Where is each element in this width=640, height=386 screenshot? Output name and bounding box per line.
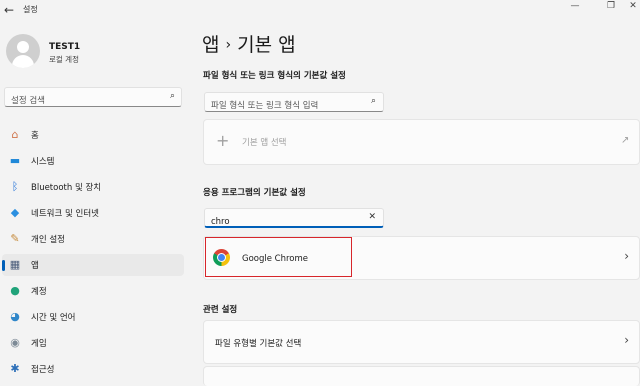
- sidebar-item-8[interactable]: ◉ 게임: [2, 332, 184, 354]
- sidebar-item-2[interactable]: ᛒ Bluetooth 및 장치: [2, 176, 184, 198]
- person-icon: ●: [10, 284, 20, 297]
- apps-search-box[interactable]: ✕: [204, 208, 384, 231]
- choose-default-label: 기본 앱 선택: [242, 138, 287, 148]
- avatar-head-shape: [17, 41, 29, 53]
- gamepad-icon: ◉: [10, 336, 20, 349]
- file-type-section-title: 파일 형식 또는 링크 형식의 기본값 설정: [203, 71, 346, 81]
- default-by-file-type-row[interactable]: 파일 유형별 기본값 선택 ›: [203, 320, 640, 364]
- sidebar-item-label: 앱: [31, 261, 39, 271]
- choose-default-app-card: + 기본 앱 선택 ↗: [203, 119, 640, 165]
- app-name: Google Chrome: [242, 254, 309, 264]
- wifi-icon: ◆: [10, 206, 20, 219]
- sidebar-item-label: 시스템: [31, 157, 55, 167]
- sidebar-item-9[interactable]: ✱ 접근성: [2, 358, 184, 380]
- apps-search-input[interactable]: [205, 213, 361, 231]
- sidebar-item-label: 계정: [31, 287, 47, 297]
- clear-icon[interactable]: ✕: [368, 212, 376, 222]
- sidebar-item-0[interactable]: ⌂ 홈: [2, 124, 184, 146]
- external-link-icon: ↗: [621, 135, 630, 146]
- sidebar-item-label: 게임: [31, 339, 47, 349]
- selection-indicator: [2, 260, 5, 271]
- breadcrumb-current: 기본 앱: [237, 34, 296, 56]
- plus-icon: +: [216, 131, 230, 150]
- sidebar-item-4[interactable]: ✎ 개인 설정: [2, 228, 184, 250]
- sidebar-item-1[interactable]: ▬ 시스템: [2, 150, 184, 172]
- breadcrumb: 앱 › 기본 앱: [202, 30, 296, 57]
- sidebar-item-7[interactable]: ◕ 시간 및 언어: [2, 306, 184, 328]
- back-arrow-icon[interactable]: ←: [4, 3, 18, 17]
- breadcrumb-parent[interactable]: 앱: [202, 34, 219, 56]
- chrome-icon: [213, 249, 230, 266]
- chevron-right-icon: ›: [624, 333, 629, 347]
- home-icon: ⌂: [11, 128, 19, 141]
- sidebar-item-label: 홈: [31, 131, 39, 141]
- sidebar-item-label: 개인 설정: [31, 235, 65, 245]
- google-chrome-app-row[interactable]: Google Chrome ›: [203, 236, 640, 280]
- chevron-right-icon: ›: [624, 249, 629, 263]
- next-settings-row[interactable]: [203, 366, 640, 386]
- sidebar-item-3[interactable]: ◆ 네트워크 및 인터넷: [2, 202, 184, 224]
- sidebar-item-label: 시간 및 언어: [31, 313, 76, 323]
- user-name: TEST1: [49, 42, 81, 52]
- window-title: 설정: [23, 5, 38, 14]
- brush-icon: ✎: [10, 232, 20, 245]
- avatar[interactable]: [6, 34, 40, 68]
- sidebar-item-5[interactable]: ▦ 앱: [2, 254, 184, 276]
- file-type-input[interactable]: [205, 97, 361, 115]
- file-type-search-box[interactable]: ⌕: [204, 92, 384, 115]
- minimize-button[interactable]: —: [560, 0, 590, 12]
- globe-clock-icon: ◕: [10, 310, 20, 323]
- breadcrumb-separator: ›: [225, 37, 232, 53]
- sidebar-item-label: Bluetooth 및 장치: [31, 183, 102, 193]
- monitor-icon: ▬: [9, 154, 21, 167]
- sidebar-item-label: 네트워크 및 인터넷: [31, 209, 99, 219]
- related-settings-title: 관련 설정: [203, 305, 238, 315]
- apps-icon: ▦: [9, 258, 21, 271]
- accessibility-icon: ✱: [10, 362, 20, 375]
- settings-search-box[interactable]: ⌕: [4, 87, 182, 110]
- search-icon[interactable]: ⌕: [170, 91, 175, 101]
- settings-search-input[interactable]: [5, 92, 161, 110]
- apps-section-title: 응용 프로그램의 기본값 설정: [203, 188, 306, 198]
- default-by-file-type-label: 파일 유형별 기본값 선택: [215, 339, 302, 349]
- close-button[interactable]: ✕: [618, 0, 640, 12]
- avatar-body-shape: [12, 55, 34, 68]
- search-icon[interactable]: ⌕: [371, 96, 376, 106]
- bluetooth-icon: ᛒ: [11, 180, 19, 193]
- sidebar-item-6[interactable]: ● 계정: [2, 280, 184, 302]
- account-type: 로컬 계정: [49, 55, 79, 64]
- sidebar-item-label: 접근성: [31, 365, 55, 375]
